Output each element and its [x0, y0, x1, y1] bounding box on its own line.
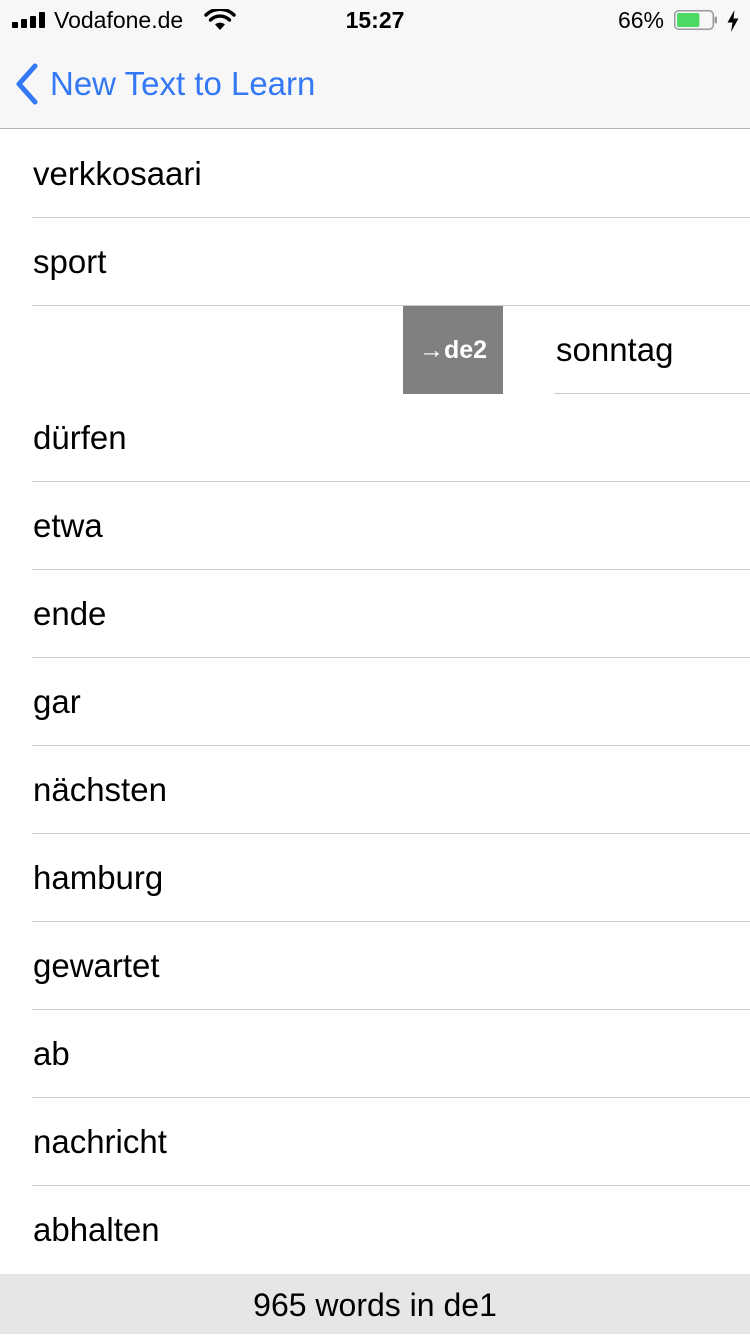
charging-bolt-icon	[727, 10, 739, 32]
back-button[interactable]: New Text to Learn	[14, 40, 315, 128]
list-item-swiped[interactable]: →de2 sonntag	[0, 306, 750, 394]
chevron-left-icon	[16, 63, 38, 105]
list-item[interactable]: gewartet	[0, 922, 750, 1010]
word-count-label: 965 words in de1	[253, 1287, 497, 1323]
list-item[interactable]: ende	[0, 570, 750, 658]
word-label: sport	[33, 243, 107, 280]
back-button-label: New Text to Learn	[50, 65, 316, 102]
status-bar: Vodafone.de 15:27 66%	[0, 0, 750, 40]
list-item[interactable]: nachricht	[0, 1098, 750, 1186]
navigation-bar: New Text to Learn	[0, 40, 750, 129]
list-item[interactable]: dürfen	[0, 394, 750, 482]
word-label: etwa	[33, 507, 103, 544]
move-to-de2-button[interactable]: →de2	[403, 306, 503, 394]
word-label: ende	[33, 595, 107, 632]
word-label: sonntag	[556, 331, 674, 368]
word-label: ab	[33, 1035, 70, 1072]
word-label: abhalten	[33, 1211, 160, 1248]
word-label: dürfen	[33, 419, 127, 456]
list-item[interactable]: hamburg	[0, 834, 750, 922]
word-list[interactable]: verkkosaari sport →de2 sonntag dürfen et…	[0, 130, 750, 1274]
list-item[interactable]: ab	[0, 1010, 750, 1098]
list-item[interactable]: verkkosaari	[0, 130, 750, 218]
word-label: nachricht	[33, 1123, 167, 1160]
word-label: gar	[33, 683, 81, 720]
word-label: gewartet	[33, 947, 160, 984]
list-item[interactable]: gar	[0, 658, 750, 746]
list-item[interactable]: etwa	[0, 482, 750, 570]
word-label: verkkosaari	[33, 155, 202, 192]
word-label: nächsten	[33, 771, 167, 808]
battery-icon	[674, 10, 717, 30]
list-item[interactable]: sport	[0, 218, 750, 306]
battery-percent: 66%	[617, 7, 664, 33]
word-count-footer: 965 words in de1	[0, 1274, 750, 1334]
list-item[interactable]: abhalten	[0, 1186, 750, 1274]
word-label: hamburg	[33, 859, 164, 896]
list-item[interactable]: nächsten	[0, 746, 750, 834]
